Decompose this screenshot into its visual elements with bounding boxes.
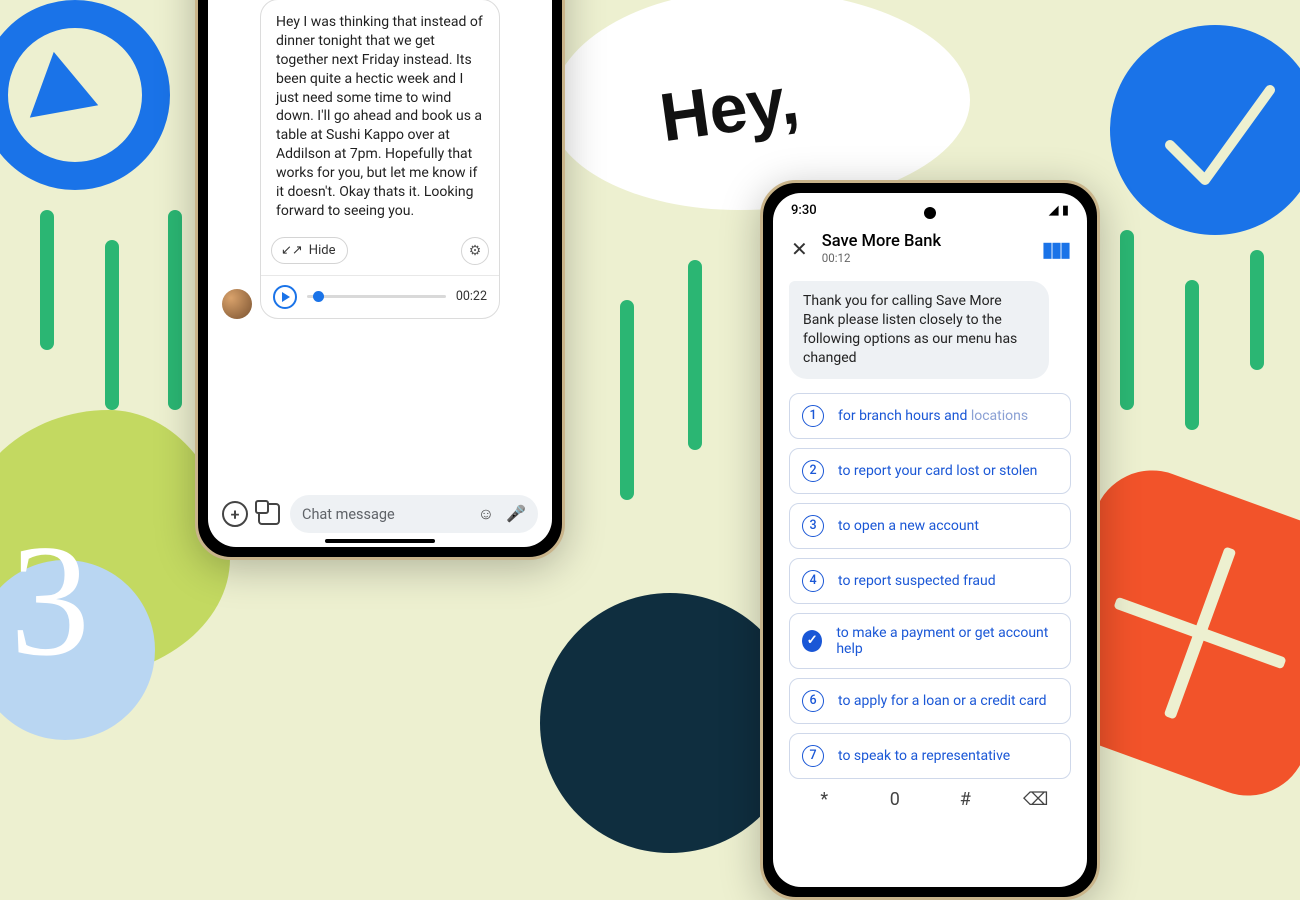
settings-icon[interactable]: ⚙ xyxy=(461,237,489,265)
decor-bar xyxy=(620,300,634,500)
option-number: 3 xyxy=(802,515,824,537)
decor-bar xyxy=(40,210,54,350)
call-elapsed: 00:12 xyxy=(822,251,941,265)
option-number: 4 xyxy=(802,570,824,592)
ivr-option-3[interactable]: 3 to open a new account xyxy=(789,503,1071,549)
decor-bar xyxy=(168,210,182,410)
option-text-faded: locations xyxy=(971,408,1028,424)
decor-bar xyxy=(688,260,702,450)
ivr-option-2[interactable]: 2 to report your card lost or stolen xyxy=(789,448,1071,494)
keypad-star[interactable]: * xyxy=(804,789,844,810)
option-text: for branch hours and xyxy=(838,408,971,424)
audio-bars-icon[interactable]: ▮▮▮ xyxy=(1042,237,1069,261)
audio-duration: 00:22 xyxy=(456,289,487,304)
keypad-row: * 0 # ⌫ xyxy=(773,779,1087,810)
ivr-option-7[interactable]: 7 to speak to a representative xyxy=(789,733,1071,779)
emoji-icon[interactable]: ☺ xyxy=(478,504,494,524)
decor-bar xyxy=(1185,280,1199,430)
add-attachment-button[interactable]: + xyxy=(222,501,248,527)
keypad-zero[interactable]: 0 xyxy=(875,789,915,810)
ivr-option-4[interactable]: 4 to report suspected fraud xyxy=(789,558,1071,604)
option-check-icon xyxy=(802,630,822,652)
collapse-icon: ↙↗ xyxy=(281,243,303,258)
hide-label: Hide xyxy=(309,243,336,258)
option-text: to make a payment or get account help xyxy=(836,625,1058,657)
gallery-button[interactable] xyxy=(258,503,280,525)
message-input[interactable]: Chat message ☺ 🎤 xyxy=(290,495,538,533)
option-text: to apply for a loan or a credit card xyxy=(838,693,1047,709)
option-text: to open a new account xyxy=(838,518,979,534)
status-icons: ◢ ▮ xyxy=(1049,203,1069,218)
front-camera xyxy=(924,207,936,219)
phone-messages: Sounds good. Talk to you soon Today Do y… xyxy=(195,0,565,560)
decor-play-ring xyxy=(0,0,170,190)
hide-transcript-button[interactable]: ↙↗ Hide xyxy=(271,237,348,264)
keypad-backspace[interactable]: ⌫ xyxy=(1016,789,1056,810)
contact-avatar[interactable] xyxy=(222,289,252,319)
call-title: Save More Bank xyxy=(822,232,941,251)
incoming-transcript: Thank you for calling Save More Bank ple… xyxy=(789,281,1049,379)
home-indicator xyxy=(325,539,435,543)
ivr-options: 1 for branch hours and locations 2 to re… xyxy=(773,393,1087,779)
decor-bar xyxy=(105,240,119,410)
message-placeholder: Chat message xyxy=(302,506,395,523)
voice-message-card: Hey I was thinking that instead of dinne… xyxy=(260,0,500,319)
ivr-option-6[interactable]: 6 to apply for a loan or a credit card xyxy=(789,678,1071,724)
voice-transcript: Hey I was thinking that instead of dinne… xyxy=(261,0,499,231)
option-number: 7 xyxy=(802,745,824,767)
mic-icon[interactable]: 🎤 xyxy=(506,504,526,524)
decor-speech-bubble: Hey, xyxy=(550,0,970,210)
decor-bar xyxy=(1120,230,1134,410)
option-number: 6 xyxy=(802,690,824,712)
option-text: to report your card lost or stolen xyxy=(838,463,1037,479)
decor-number-three: 3 xyxy=(10,520,90,680)
ivr-option-1[interactable]: 1 for branch hours and locations xyxy=(789,393,1071,439)
option-number: 2 xyxy=(802,460,824,482)
audio-scrubber[interactable] xyxy=(307,295,446,298)
status-time: 9:30 xyxy=(791,203,817,218)
decor-blue-disc xyxy=(1110,25,1300,235)
close-icon[interactable]: ✕ xyxy=(791,237,808,261)
status-bar: 9:30 ◢ ▮ xyxy=(773,193,1087,220)
decor-hey-text: Hey, xyxy=(655,61,803,158)
option-text: to report suspected fraud xyxy=(838,573,996,589)
play-button[interactable] xyxy=(273,285,297,309)
option-number: 1 xyxy=(802,405,824,427)
option-text: to speak to a representative xyxy=(838,748,1010,764)
ivr-option-5[interactable]: to make a payment or get account help xyxy=(789,613,1071,669)
decor-bar xyxy=(1250,250,1264,370)
keypad-hash[interactable]: # xyxy=(945,789,985,810)
phone-call-assist: 9:30 ◢ ▮ ✕ Save More Bank 00:12 ▮▮▮ Than… xyxy=(760,180,1100,900)
